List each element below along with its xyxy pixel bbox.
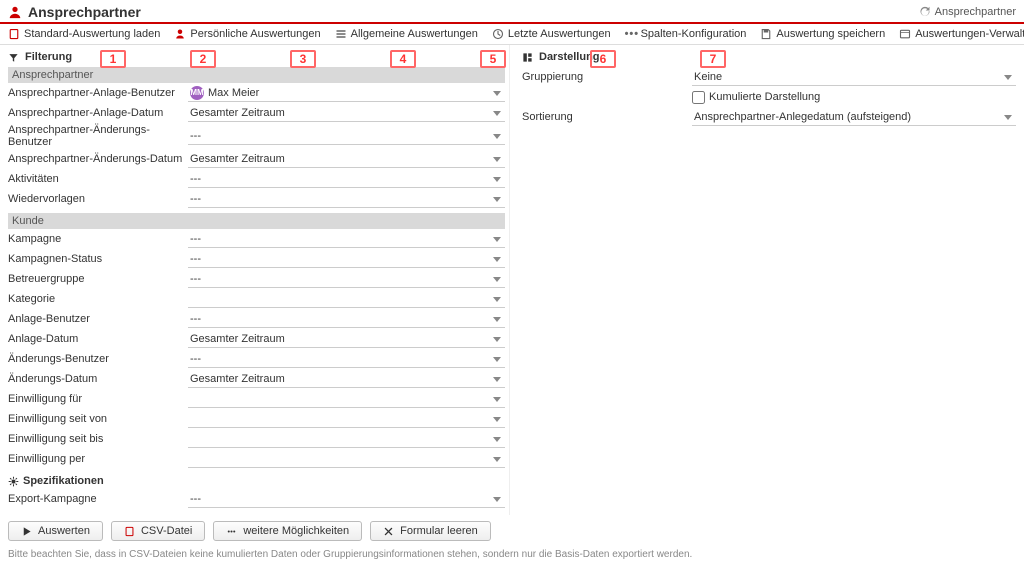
list-icon bbox=[335, 28, 347, 40]
dd-einw-seit-bis[interactable] bbox=[188, 430, 505, 448]
dd-kategorie[interactable] bbox=[188, 290, 505, 308]
label-einw-per: Einwilligung per bbox=[8, 453, 188, 465]
page-title: Ansprechpartner bbox=[28, 4, 141, 20]
label-kampagne-status: Kampagnen-Status bbox=[8, 253, 188, 265]
display-heading: Darstellung bbox=[522, 45, 1016, 67]
play-icon bbox=[21, 526, 32, 537]
label-betreuergruppe: Betreuergruppe bbox=[8, 273, 188, 285]
tool-manage[interactable]: Auswertungen-Verwaltung bbox=[899, 28, 1024, 40]
label-k-aender-benutzer: Änderungs-Benutzer bbox=[8, 353, 188, 365]
tool-columns[interactable]: ••• Spalten-Konfiguration bbox=[625, 28, 747, 40]
tool-recent[interactable]: Letzte Auswertungen bbox=[492, 28, 611, 40]
filter-icon bbox=[8, 52, 19, 63]
label-kampagne: Kampagne bbox=[8, 233, 188, 245]
btn-clear[interactable]: Formular leeren bbox=[370, 521, 491, 541]
dd-export-kampagne[interactable]: --- bbox=[188, 490, 505, 508]
document-icon bbox=[8, 28, 20, 40]
label-einw-seit-bis: Einwilligung seit bis bbox=[8, 433, 188, 445]
content: Filterung Ansprechpartner Ansprechpartne… bbox=[0, 45, 1024, 515]
tool-personal[interactable]: Persönliche Auswertungen bbox=[174, 28, 320, 40]
footer-buttons: Auswerten CSV-Datei weitere Möglichkeite… bbox=[0, 515, 1024, 547]
layout-icon bbox=[522, 52, 533, 63]
tool-load-standard[interactable]: Standard-Auswertung laden bbox=[8, 28, 160, 40]
footnote: Bitte beachten Sie, dass in CSV-Dateien … bbox=[0, 547, 1024, 568]
dd-gruppierung[interactable]: Keine bbox=[692, 68, 1016, 86]
avatar: MM bbox=[190, 86, 204, 100]
dd-ap-anlage-benutzer[interactable]: MM Max Meier bbox=[188, 84, 505, 102]
dd-einw-seit-von[interactable] bbox=[188, 410, 505, 428]
spec-heading: Spezifikationen bbox=[8, 469, 509, 489]
dd-einw-per[interactable] bbox=[188, 450, 505, 468]
dd-k-anlage-benutzer[interactable]: --- bbox=[188, 310, 505, 328]
label-ap-anlage-benutzer: Ansprechpartner-Anlage-Benutzer bbox=[8, 87, 188, 99]
chk-kumulierte-box[interactable] bbox=[692, 91, 705, 104]
filter-heading: Filterung bbox=[8, 45, 509, 67]
csv-icon bbox=[124, 526, 135, 537]
manage-icon bbox=[899, 28, 911, 40]
page-header: Ansprechpartner Ansprechpartner bbox=[0, 0, 1024, 22]
dd-k-aender-benutzer[interactable]: --- bbox=[188, 350, 505, 368]
group-ansprechpartner: Ansprechpartner bbox=[8, 67, 505, 83]
label-kategorie: Kategorie bbox=[8, 293, 188, 305]
gear-icon bbox=[8, 476, 19, 487]
label-ap-aender-benutzer: Ansprechpartner-Änderungs-Benutzer bbox=[8, 124, 188, 148]
dd-betreuergruppe[interactable]: --- bbox=[188, 270, 505, 288]
dd-k-aender-datum[interactable]: Gesamter Zeitraum bbox=[188, 370, 505, 388]
dd-kampagne-status[interactable]: --- bbox=[188, 250, 505, 268]
breadcrumb[interactable]: Ansprechpartner bbox=[919, 6, 1016, 18]
label-k-aender-datum: Änderungs-Datum bbox=[8, 373, 188, 385]
label-ap-anlage-datum: Ansprechpartner-Anlage-Datum bbox=[8, 107, 188, 119]
label-einw-seit-von: Einwilligung seit von bbox=[8, 413, 188, 425]
label-ap-aender-datum: Ansprechpartner-Änderungs-Datum bbox=[8, 153, 188, 165]
dots-icon: ••• bbox=[625, 28, 637, 40]
dd-ap-anlage-datum[interactable]: Gesamter Zeitraum bbox=[188, 104, 505, 122]
user-icon bbox=[174, 28, 186, 40]
refresh-icon bbox=[919, 6, 931, 18]
label-aktivitaeten: Aktivitäten bbox=[8, 173, 188, 185]
dd-sortierung[interactable]: Ansprechpartner-Anlegedatum (aufsteigend… bbox=[692, 108, 1016, 126]
more-icon bbox=[226, 526, 237, 537]
display-panel: Darstellung Gruppierung Keine Kumulierte… bbox=[510, 45, 1024, 515]
label-k-anlage-datum: Anlage-Datum bbox=[8, 333, 188, 345]
label-k-anlage-benutzer: Anlage-Benutzer bbox=[8, 313, 188, 325]
dd-ap-aender-datum[interactable]: Gesamter Zeitraum bbox=[188, 150, 505, 168]
dd-einw-fuer[interactable] bbox=[188, 390, 505, 408]
dd-kampagne[interactable]: --- bbox=[188, 230, 505, 248]
toolbar: Standard-Auswertung laden Persönliche Au… bbox=[0, 24, 1024, 45]
save-icon bbox=[760, 28, 772, 40]
label-sortierung: Sortierung bbox=[522, 111, 692, 123]
close-icon bbox=[383, 526, 394, 537]
btn-auswerten[interactable]: Auswerten bbox=[8, 521, 103, 541]
contact-icon bbox=[8, 5, 22, 19]
clock-icon bbox=[492, 28, 504, 40]
chk-kumulierte[interactable]: Kumulierte Darstellung bbox=[692, 91, 1016, 104]
dd-wiedervorlagen[interactable]: --- bbox=[188, 190, 505, 208]
btn-csv[interactable]: CSV-Datei bbox=[111, 521, 205, 541]
group-kunde: Kunde bbox=[8, 213, 505, 229]
label-export-kampagne: Export-Kampagne bbox=[8, 493, 188, 505]
dd-ap-aender-benutzer[interactable]: --- bbox=[188, 127, 505, 145]
label-gruppierung: Gruppierung bbox=[522, 71, 692, 83]
label-einw-fuer: Einwilligung für bbox=[8, 393, 188, 405]
filter-panel: Filterung Ansprechpartner Ansprechpartne… bbox=[0, 45, 510, 515]
label-wiedervorlagen: Wiedervorlagen bbox=[8, 193, 188, 205]
dd-aktivitaeten[interactable]: --- bbox=[188, 170, 505, 188]
btn-more[interactable]: weitere Möglichkeiten bbox=[213, 521, 362, 541]
dd-k-anlage-datum[interactable]: Gesamter Zeitraum bbox=[188, 330, 505, 348]
tool-save[interactable]: Auswertung speichern bbox=[760, 28, 885, 40]
tool-general[interactable]: Allgemeine Auswertungen bbox=[335, 28, 478, 40]
